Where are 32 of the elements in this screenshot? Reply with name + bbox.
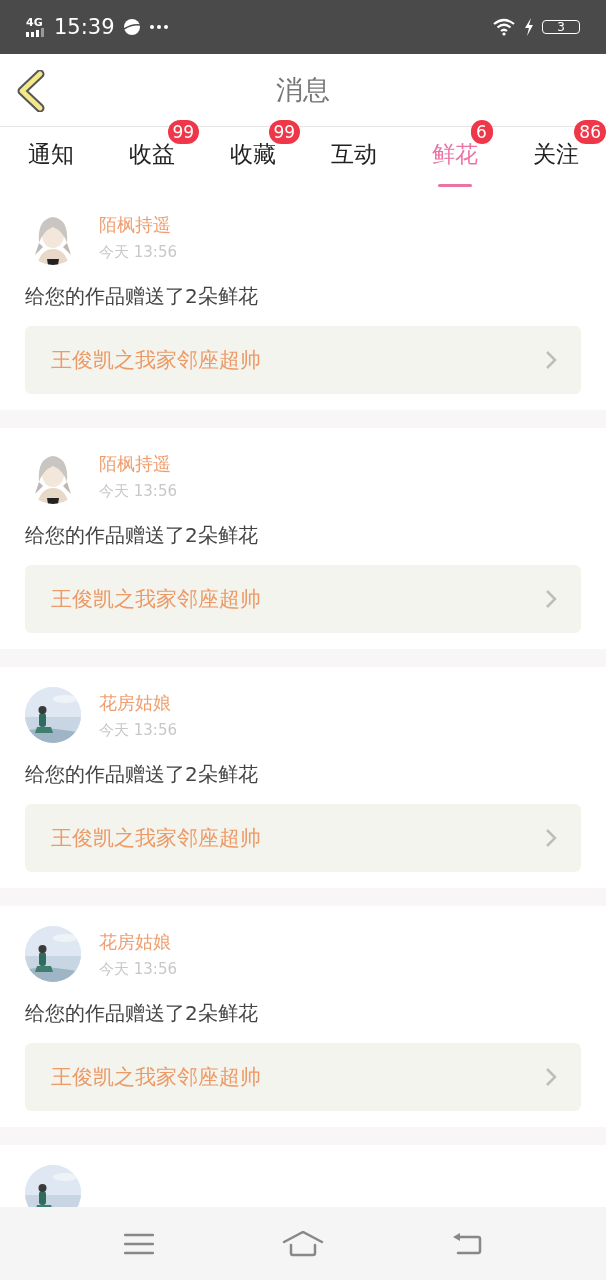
more-icon bbox=[148, 24, 169, 30]
tab[interactable]: 通知 bbox=[27, 127, 74, 179]
chevron-right-icon bbox=[545, 828, 557, 848]
chevron-right-icon bbox=[545, 1067, 557, 1087]
chevron-right-icon bbox=[545, 589, 557, 609]
message-text: 给您的作品赠送了2朵鲜花 bbox=[25, 761, 259, 788]
count-badge: 6 bbox=[470, 120, 493, 144]
sender-name[interactable]: 花房姑娘 bbox=[99, 690, 177, 715]
message-text: 给您的作品赠送了2朵鲜花 bbox=[25, 1000, 259, 1027]
count-badge: 99 bbox=[268, 120, 301, 144]
message-text: 给您的作品赠送了2朵鲜花 bbox=[25, 522, 259, 549]
count-badge: 99 bbox=[167, 120, 200, 144]
work-link[interactable]: 王俊凯之我家邻座超帅 bbox=[25, 1043, 581, 1111]
battery-icon: 3 bbox=[542, 20, 580, 34]
page-title: 消息 bbox=[276, 73, 330, 107]
home-button[interactable] bbox=[282, 1230, 324, 1257]
wifi-icon bbox=[492, 18, 516, 36]
work-link[interactable]: 王俊凯之我家邻座超帅 bbox=[25, 804, 581, 872]
chevron-right-icon bbox=[545, 350, 557, 370]
tab[interactable]: 互动 bbox=[330, 127, 377, 179]
sender-name[interactable]: 花房姑娘 bbox=[99, 929, 177, 954]
planet-icon bbox=[122, 18, 141, 36]
message-text: 给您的作品赠送了2朵鲜花 bbox=[25, 283, 259, 310]
sender-name[interactable]: 陌枫持遥 bbox=[99, 451, 177, 476]
charging-icon bbox=[524, 18, 534, 36]
back-nav-button[interactable] bbox=[452, 1231, 482, 1256]
clock-time: 15:39 bbox=[54, 15, 115, 39]
sender-name[interactable]: 陌枫持遥 bbox=[99, 212, 177, 237]
work-link[interactable]: 王俊凯之我家邻座超帅 bbox=[25, 565, 581, 633]
work-link[interactable]: 王俊凯之我家邻座超帅 bbox=[25, 326, 581, 394]
count-badge: 86 bbox=[574, 120, 606, 144]
menu-button[interactable] bbox=[124, 1232, 154, 1255]
